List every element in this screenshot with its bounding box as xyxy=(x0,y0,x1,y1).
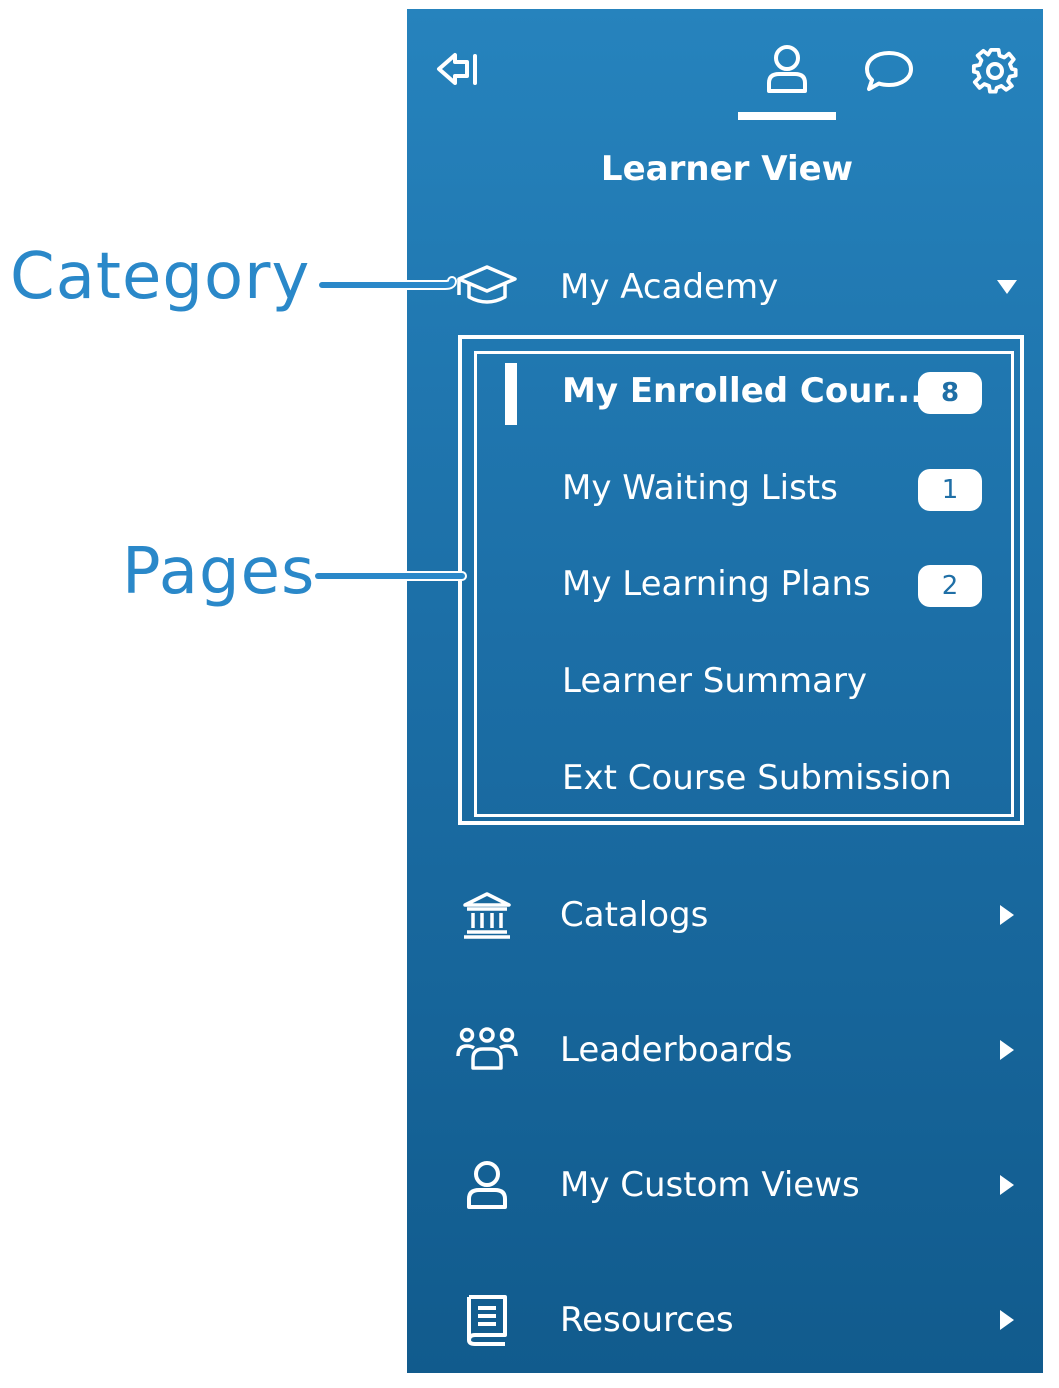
category-label: My Custom Views xyxy=(560,1165,860,1205)
caret-right-icon xyxy=(993,901,1021,929)
user-icon xyxy=(455,1157,519,1213)
category-label: My Academy xyxy=(560,267,779,307)
book-icon xyxy=(455,1292,519,1348)
count-badge: 1 xyxy=(918,469,982,511)
category-my-custom-views[interactable]: My Custom Views xyxy=(407,1150,1043,1220)
caret-right-icon xyxy=(993,1036,1021,1064)
page-item-my-learning-plans[interactable]: My Learning Plans 2 xyxy=(407,556,1043,626)
gear-icon xyxy=(971,47,1018,94)
active-page-indicator xyxy=(505,363,517,425)
sidebar-topbar xyxy=(407,9,1043,129)
annotation-category-label: Category xyxy=(10,240,311,314)
page-label: My Waiting Lists xyxy=(562,468,838,508)
sidebar: Learner View My Academy My Enrolled Cour… xyxy=(407,9,1043,1373)
annotation-pages-label: Pages xyxy=(122,535,316,609)
group-icon xyxy=(455,1022,519,1078)
caret-down-icon xyxy=(993,273,1021,301)
page-item-my-enrolled-courses[interactable]: My Enrolled Cour... 8 xyxy=(407,363,1043,433)
tab-chat[interactable] xyxy=(859,45,919,97)
page-item-learner-summary[interactable]: Learner Summary xyxy=(407,653,1043,723)
count-badge: 8 xyxy=(918,372,982,414)
page-label: Ext Course Submission xyxy=(562,758,952,798)
chat-bubble-icon xyxy=(865,51,913,91)
category-label: Leaderboards xyxy=(560,1030,793,1070)
category-catalogs[interactable]: Catalogs xyxy=(407,880,1043,950)
page-item-ext-course-submission[interactable]: Ext Course Submission xyxy=(407,750,1043,820)
caret-right-icon xyxy=(993,1306,1021,1334)
tab-learner-user[interactable] xyxy=(739,39,835,99)
tab-settings[interactable] xyxy=(967,45,1023,97)
count-badge: 2 xyxy=(918,565,982,607)
page-label: My Enrolled Cour... xyxy=(562,371,924,411)
category-resources[interactable]: Resources xyxy=(407,1285,1043,1355)
graduation-cap-icon xyxy=(455,259,519,315)
view-title: Learner View xyxy=(600,149,854,189)
page-item-my-waiting-lists[interactable]: My Waiting Lists 1 xyxy=(407,460,1043,530)
user-icon xyxy=(767,45,807,93)
active-tab-indicator xyxy=(738,112,836,120)
collapse-left-icon xyxy=(437,53,477,85)
category-label: Resources xyxy=(560,1300,734,1340)
category-my-academy[interactable]: My Academy xyxy=(407,252,1043,322)
category-leaderboards[interactable]: Leaderboards xyxy=(407,1015,1043,1085)
page-label: Learner Summary xyxy=(562,661,868,701)
museum-icon xyxy=(455,887,519,943)
page-label: My Learning Plans xyxy=(562,564,871,604)
category-label: Catalogs xyxy=(560,895,709,935)
caret-right-icon xyxy=(993,1171,1021,1199)
collapse-sidebar-button[interactable] xyxy=(429,45,485,93)
